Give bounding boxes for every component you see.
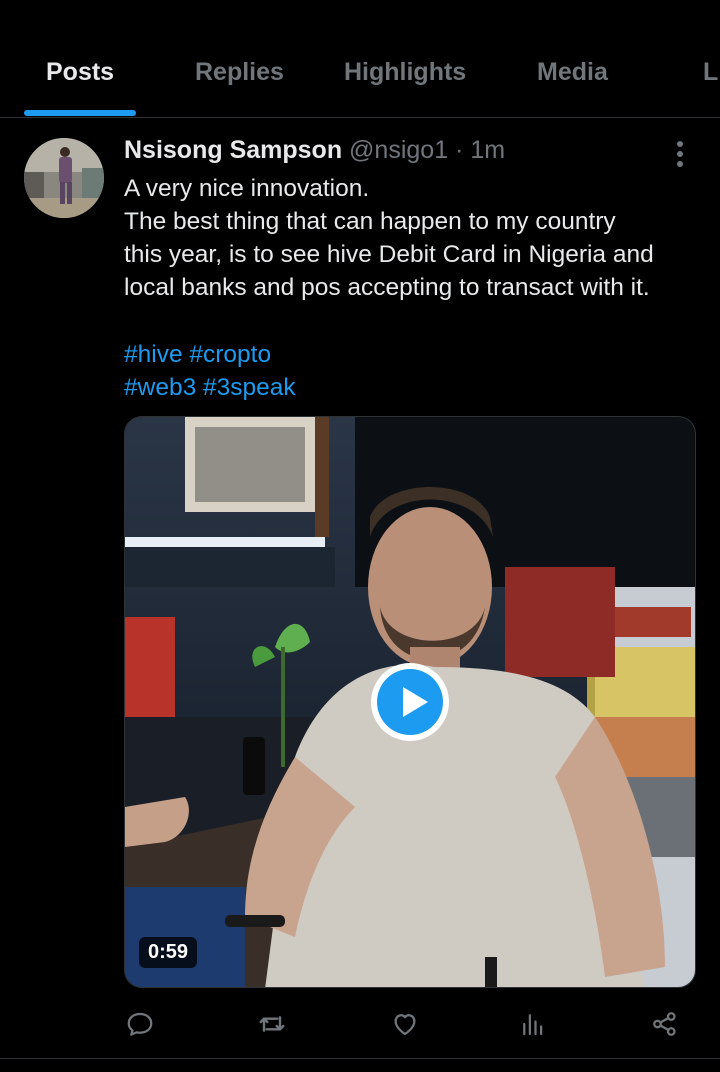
like-icon: [394, 1014, 416, 1036]
reply-icon: [127, 1012, 153, 1036]
like-button[interactable]: [385, 1004, 425, 1044]
repost-icon: [259, 1016, 285, 1032]
post-actions: [0, 1004, 720, 1044]
share-button[interactable]: [645, 1004, 685, 1044]
post-text-line: The best thing that can happen to my cou…: [124, 208, 616, 235]
avatar-image: [24, 138, 104, 218]
author-name[interactable]: Nsisong Sampson: [124, 136, 342, 164]
more-options-icon[interactable]: [666, 138, 694, 170]
play-button[interactable]: [371, 663, 449, 741]
post-text-line: A very nice innovation.: [124, 175, 370, 202]
active-tab-indicator: [24, 110, 136, 116]
reply-button[interactable]: [120, 1004, 160, 1044]
tab-posts[interactable]: Posts: [46, 58, 114, 87]
tab-highlights[interactable]: Highlights: [344, 58, 466, 87]
post-text-line: local banks and pos accepting to transac…: [124, 274, 650, 301]
post-text: A very nice innovation. The best thing t…: [124, 172, 704, 304]
hashtags: #hive #cropto #web3 #3speak: [124, 338, 296, 404]
avatar[interactable]: [24, 138, 104, 218]
post-header: Nsisong Sampson @nsigo1 · 1m: [124, 136, 505, 165]
tab-replies[interactable]: Replies: [195, 58, 284, 87]
post-text-line: this year, is to see hive Debit Card in …: [124, 241, 654, 268]
views-button[interactable]: [513, 1004, 553, 1044]
hashtag-3speak[interactable]: #3speak: [203, 374, 296, 401]
post-time[interactable]: 1m: [470, 136, 505, 164]
video-duration: 0:59: [139, 937, 198, 968]
share-icon: [653, 1012, 676, 1036]
tab-likes[interactable]: Li: [703, 58, 720, 87]
views-icon: [523, 1014, 543, 1036]
post-divider: [0, 1058, 720, 1059]
hashtag-cropto[interactable]: #cropto: [189, 341, 271, 368]
hashtag-hive[interactable]: #hive: [124, 341, 183, 368]
tab-media[interactable]: Media: [537, 58, 608, 87]
hashtag-web3[interactable]: #web3: [124, 374, 196, 401]
play-icon: [403, 687, 428, 717]
separator-dot: ·: [448, 136, 471, 164]
author-handle[interactable]: @nsigo1: [349, 136, 448, 164]
video-player[interactable]: 0:59: [124, 416, 696, 988]
repost-button[interactable]: [252, 1004, 292, 1044]
profile-tabs: Posts Replies Highlights Media Li: [0, 0, 720, 118]
